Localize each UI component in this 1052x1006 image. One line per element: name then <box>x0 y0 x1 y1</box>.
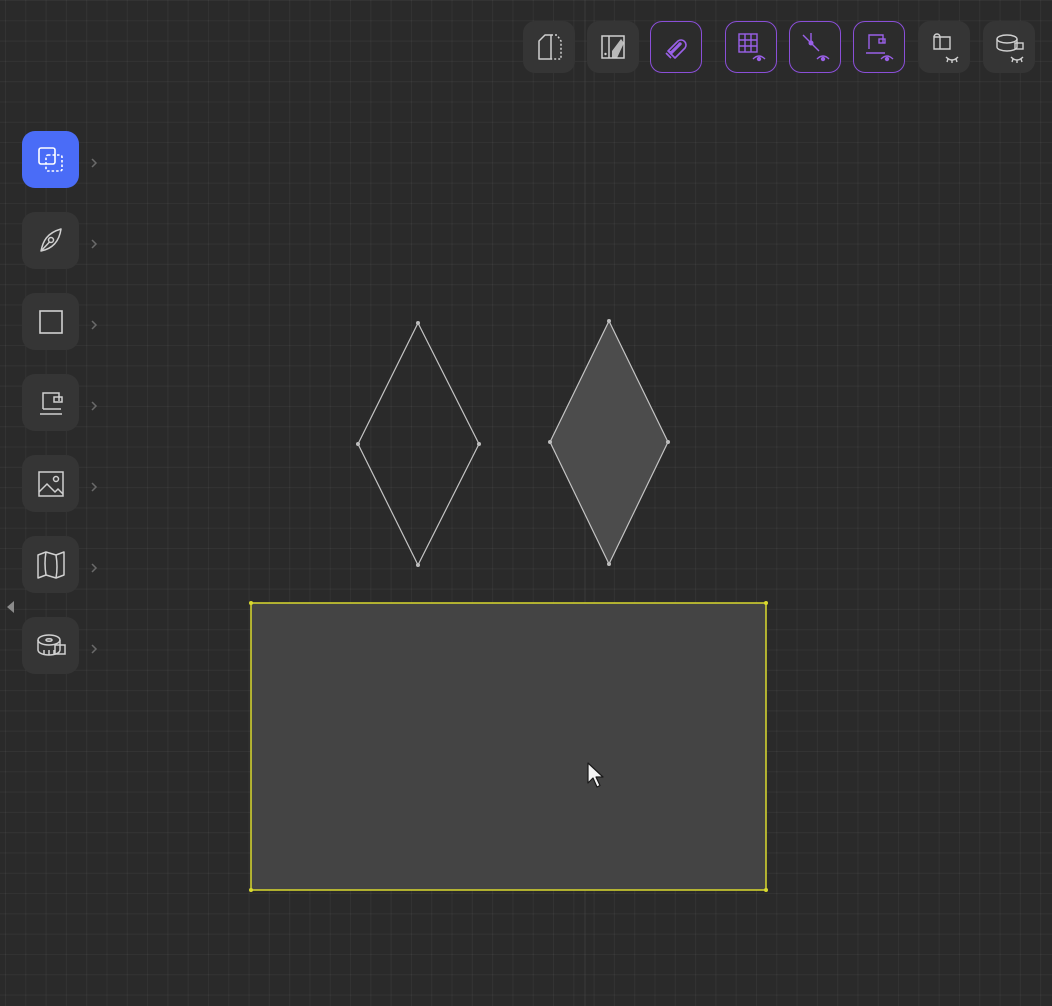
map-tool-button[interactable] <box>22 536 79 593</box>
fabric-visibility-toggle[interactable] <box>918 21 970 73</box>
chevron-right-icon <box>91 482 98 492</box>
drawing-canvas[interactable] <box>0 0 1052 1006</box>
image-tool-icon <box>37 470 64 497</box>
image-tool-button[interactable] <box>22 455 79 512</box>
measure-tool-expand-chevron[interactable] <box>89 641 99 655</box>
chevron-right-icon <box>91 401 98 411</box>
measurement-visibility-icon <box>996 34 1024 63</box>
fabric-layout-button[interactable] <box>587 21 639 73</box>
chevron-right-icon <box>91 239 98 249</box>
rectangle-tool-icon <box>38 309 63 334</box>
magnet-snap-icon <box>665 39 687 59</box>
canvas-drawing-layer[interactable] <box>0 0 1052 1006</box>
pen-tool-button[interactable] <box>22 212 79 269</box>
point-visibility-toggle[interactable] <box>789 21 841 73</box>
rectangle-tool-expand-chevron[interactable] <box>89 317 99 331</box>
magnet-snap-toggle[interactable] <box>650 21 702 73</box>
seam-visibility-toggle[interactable] <box>853 21 905 73</box>
pen-tool-expand-chevron[interactable] <box>89 236 99 250</box>
map-tool-icon <box>36 550 65 579</box>
diamond-outline-shape[interactable] <box>356 321 481 567</box>
diamond-filled-shape[interactable] <box>548 319 670 566</box>
chevron-right-icon <box>91 563 98 573</box>
fabric-layout-icon <box>601 35 625 59</box>
chevron-right-icon <box>91 644 98 654</box>
measurement-visibility-toggle[interactable] <box>983 21 1035 73</box>
point-visibility-icon <box>802 33 830 62</box>
chevron-right-icon <box>91 320 98 330</box>
grid-visibility-toggle[interactable] <box>725 21 777 73</box>
tape-measure-icon <box>36 633 66 656</box>
sewing-tool-button[interactable] <box>22 374 79 431</box>
selection-tool-button[interactable] <box>22 131 79 188</box>
grid-visibility-icon <box>738 33 766 62</box>
image-tool-expand-chevron[interactable] <box>89 479 99 493</box>
pattern-pieces-icon <box>538 34 562 60</box>
toolbar-collapse-handle[interactable] <box>3 598 17 616</box>
seam-visibility-icon <box>866 34 894 62</box>
measure-tool-button[interactable] <box>22 617 79 674</box>
pen-tool-icon <box>39 227 62 252</box>
rectangle-tool-button[interactable] <box>22 293 79 350</box>
selection-tool-expand-chevron[interactable] <box>89 155 99 169</box>
chevron-right-icon <box>91 158 98 168</box>
map-tool-expand-chevron[interactable] <box>89 560 99 574</box>
fabric-visibility-icon <box>933 33 959 63</box>
selection-tool-icon <box>37 146 63 172</box>
sewing-machine-icon <box>39 391 63 415</box>
caret-left-icon <box>7 601 14 613</box>
sewing-tool-expand-chevron[interactable] <box>89 398 99 412</box>
rectangle-selected-shape[interactable] <box>249 601 768 892</box>
pattern-pieces-button[interactable] <box>523 21 575 73</box>
